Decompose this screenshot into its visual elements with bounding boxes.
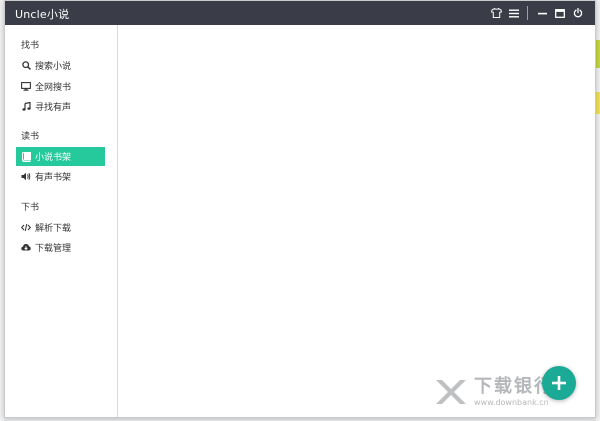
sidebar-item-label: 寻找有声 — [35, 103, 72, 113]
monitor-icon — [21, 82, 31, 92]
cloud-download-icon — [21, 243, 31, 253]
background-image-fragment — [596, 92, 600, 114]
book-icon — [21, 151, 31, 162]
app-window: Uncle小说 找书 搜索小说 全网搜书 寻找有声 读书 小说书架 有声书架 下… — [4, 0, 596, 418]
section-title-read: 读书 — [21, 132, 40, 142]
search-icon — [21, 61, 31, 71]
maximize-button[interactable] — [551, 1, 569, 25]
plus-icon — [552, 376, 566, 390]
maximize-icon — [555, 8, 565, 18]
sidebar-item-search-novel[interactable]: 搜索小说 — [16, 56, 105, 75]
background-image-fragment — [596, 40, 600, 68]
minimize-icon — [537, 12, 547, 14]
code-icon — [21, 223, 31, 233]
sidebar-item-label: 全网搜书 — [35, 83, 72, 93]
watermark: 下载银行 www.downbank.cn — [432, 376, 554, 408]
menu-icon — [509, 9, 519, 17]
sidebar-item-label: 小说书架 — [35, 153, 72, 163]
sidebar-item-label: 下载管理 — [35, 244, 72, 254]
sidebar: 找书 搜索小说 全网搜书 寻找有声 读书 小说书架 有声书架 下书 解析下载 下… — [5, 25, 118, 417]
sidebar-item-label: 搜索小说 — [35, 62, 72, 72]
volume-icon — [21, 172, 31, 182]
sidebar-item-parse-download[interactable]: 解析下载 — [16, 218, 105, 237]
main-content — [118, 25, 595, 417]
sidebar-item-audio-shelf[interactable]: 有声书架 — [16, 167, 105, 186]
shirt-icon — [490, 8, 502, 18]
watermark-logo-icon — [436, 380, 466, 404]
titlebar-divider — [527, 6, 528, 20]
sidebar-item-find-audio[interactable]: 寻找有声 — [16, 97, 105, 116]
close-button[interactable] — [569, 1, 587, 25]
power-icon — [573, 8, 583, 18]
app-title: Uncle小说 — [15, 8, 70, 21]
section-title-find: 找书 — [21, 41, 40, 51]
music-icon — [21, 102, 31, 112]
watermark-url: www.downbank.cn — [474, 397, 549, 407]
sidebar-item-label: 解析下载 — [35, 224, 72, 234]
sidebar-item-web-search[interactable]: 全网搜书 — [16, 77, 105, 96]
sidebar-item-novel-shelf[interactable]: 小说书架 — [16, 147, 105, 166]
minimize-button[interactable] — [533, 1, 551, 25]
section-title-download: 下书 — [21, 203, 40, 213]
title-bar[interactable]: Uncle小说 — [5, 1, 595, 25]
add-button[interactable] — [542, 366, 576, 400]
theme-button[interactable] — [487, 1, 505, 25]
menu-button[interactable] — [505, 1, 523, 25]
sidebar-item-label: 有声书架 — [35, 173, 72, 183]
sidebar-item-download-manager[interactable]: 下载管理 — [16, 238, 105, 257]
window-controls — [487, 1, 587, 25]
